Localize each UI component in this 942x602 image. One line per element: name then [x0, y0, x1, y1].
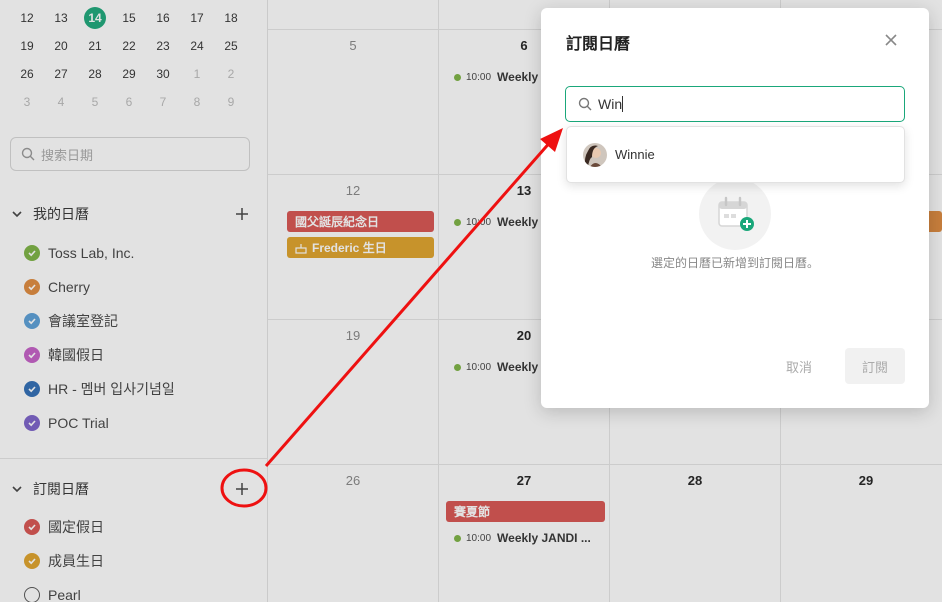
search-value: Win	[598, 96, 623, 112]
subscribe-calendar-dialog: 訂閱日曆 Win 選定的日曆已新增到訂閱日曆。 Winnie 取消 訂閱	[541, 8, 929, 408]
empty-message: 選定的日曆已新增到訂閱日曆。	[650, 256, 819, 270]
search-result-item[interactable]: Winnie	[566, 126, 905, 183]
avatar	[583, 142, 607, 167]
search-icon	[578, 97, 592, 111]
dialog-title: 訂閱日曆	[566, 36, 631, 53]
cancel-button[interactable]: 取消	[775, 348, 823, 384]
text-caret	[622, 96, 624, 112]
calendar-add-icon	[699, 178, 771, 250]
result-name: Winnie	[615, 147, 655, 162]
member-search-input[interactable]: Win	[565, 86, 905, 122]
subscribe-button[interactable]: 訂閱	[845, 348, 905, 384]
close-icon[interactable]	[883, 32, 899, 48]
